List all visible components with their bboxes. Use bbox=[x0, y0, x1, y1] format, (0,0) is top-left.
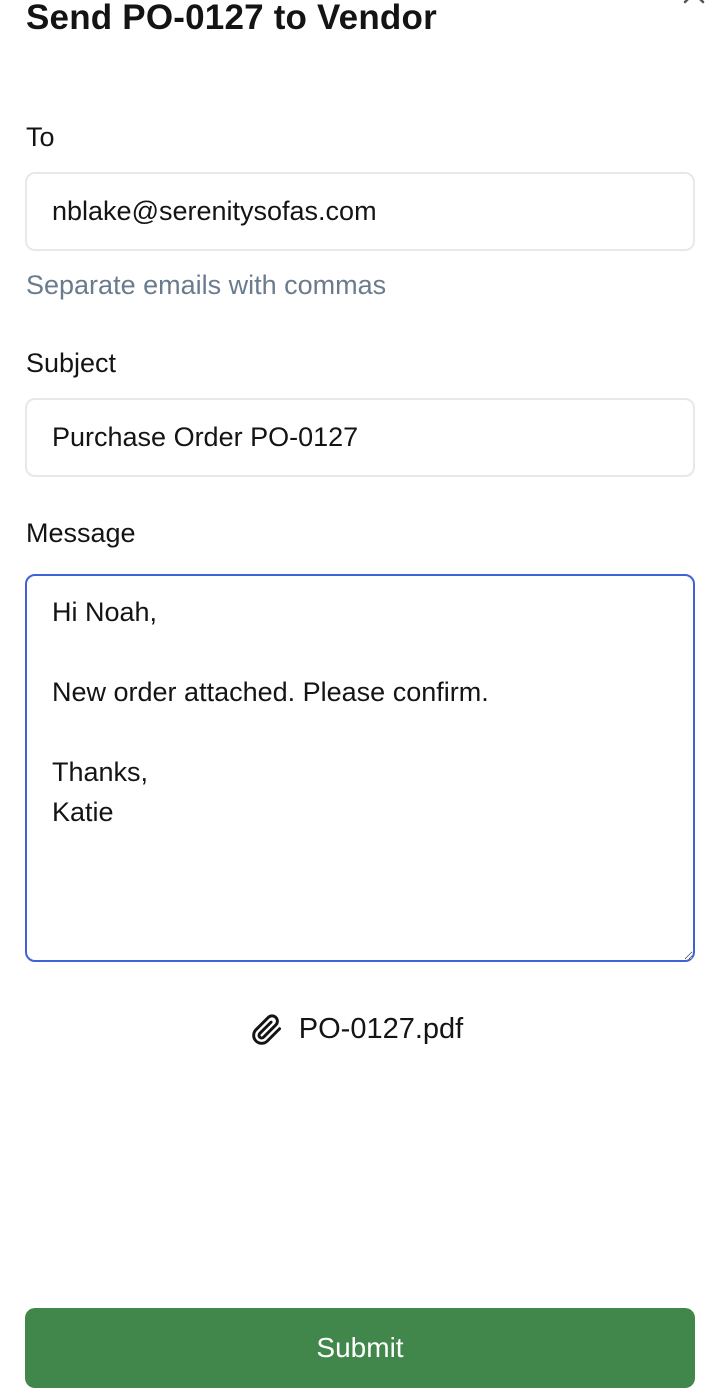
attachment[interactable]: PO-0127.pdf bbox=[0, 1013, 714, 1046]
to-email-input[interactable] bbox=[25, 172, 695, 251]
close-button[interactable] bbox=[672, 0, 712, 14]
paperclip-icon bbox=[251, 1013, 281, 1045]
to-hint: Separate emails with commas bbox=[26, 270, 387, 300]
subject-input[interactable] bbox=[25, 398, 695, 477]
message-textarea[interactable]: Hi Noah, New order attached. Please conf… bbox=[25, 574, 695, 962]
to-label: To bbox=[26, 122, 55, 152]
dialog-title: Send PO-0127 to Vendor bbox=[26, 0, 437, 37]
message-label: Message bbox=[26, 518, 136, 548]
subject-label: Subject bbox=[26, 348, 117, 378]
attachment-filename: PO-0127.pdf bbox=[298, 1013, 464, 1045]
close-icon bbox=[683, 0, 705, 4]
submit-button[interactable]: Submit bbox=[25, 1308, 695, 1388]
